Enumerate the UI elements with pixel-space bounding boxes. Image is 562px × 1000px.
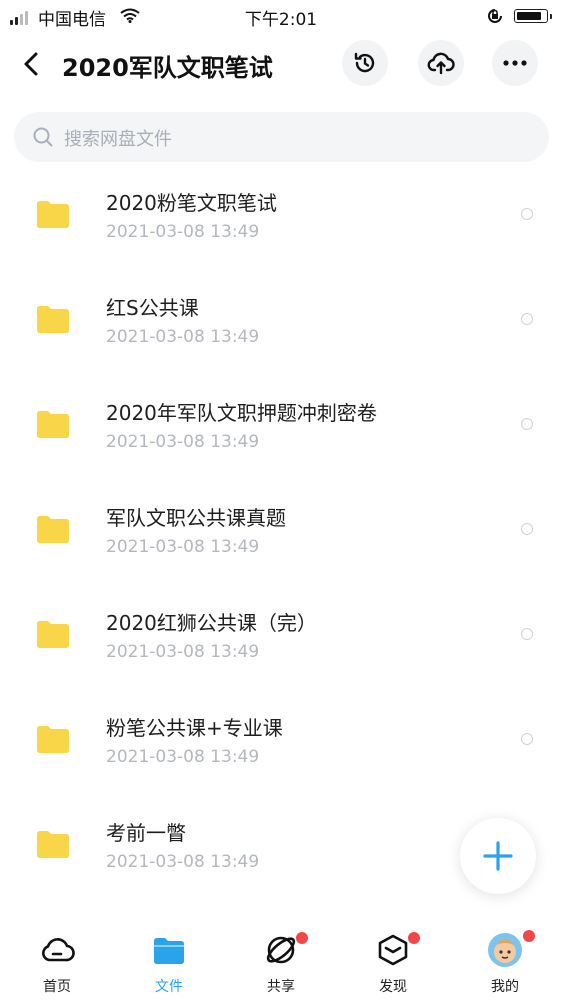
discover-cube-icon	[378, 934, 408, 966]
nav-label: 首页	[43, 979, 71, 995]
file-date: 2021-03-08 13:49	[106, 327, 260, 347]
nav-share[interactable]: 共享	[236, 918, 326, 1000]
bottom-nav: 首页 文件 共享 发现 我的	[0, 918, 562, 1000]
cloud-icon	[42, 938, 75, 962]
select-radio[interactable]	[521, 523, 533, 535]
file-date: 2021-03-08 13:49	[106, 432, 260, 452]
file-name: 考前一瞥	[106, 821, 186, 845]
chevron-left-icon	[24, 52, 38, 76]
select-radio[interactable]	[521, 208, 533, 220]
plus-icon	[483, 841, 513, 871]
folder-icon	[37, 411, 69, 438]
back-button[interactable]	[16, 48, 48, 80]
nav-label: 我的	[491, 979, 519, 995]
nav-files[interactable]: 文件	[124, 918, 214, 1000]
history-icon	[354, 52, 375, 73]
file-row[interactable]: 军队文职公共课真题 2021-03-08 13:49	[0, 480, 562, 585]
file-name: 粉笔公共课+专业课	[106, 716, 283, 740]
folder-icon	[37, 621, 69, 648]
select-radio[interactable]	[521, 733, 533, 745]
nav-label: 共享	[267, 979, 295, 995]
select-radio[interactable]	[521, 628, 533, 640]
folder-icon	[37, 201, 69, 228]
select-radio[interactable]	[521, 313, 533, 325]
status-time: 下午2:01	[244, 10, 318, 30]
search-placeholder: 搜索网盘文件	[64, 129, 172, 150]
file-name: 2020粉笔文职笔试	[106, 191, 277, 215]
nav-mine[interactable]: 我的	[460, 918, 550, 1000]
file-name: 军队文职公共课真题	[106, 506, 286, 530]
orientation-lock-icon	[486, 8, 504, 29]
file-name: 2020红狮公共课（完）	[106, 611, 317, 635]
cloud-upload-button[interactable]	[418, 40, 464, 86]
status-bar: 中国电信 下午2:01	[0, 0, 562, 32]
file-row[interactable]: 红S公共课 2021-03-08 13:49	[0, 270, 562, 375]
file-date: 2021-03-08 13:49	[106, 747, 260, 767]
nav-discover[interactable]: 发现	[348, 918, 438, 1000]
search-icon	[32, 126, 54, 152]
file-date: 2021-03-08 13:49	[106, 222, 260, 242]
history-button[interactable]	[342, 40, 388, 86]
avatar-icon	[488, 933, 522, 967]
nav-label: 文件	[155, 979, 183, 995]
select-radio[interactable]	[521, 418, 533, 430]
nav-label: 发现	[379, 979, 407, 995]
folder-icon	[154, 938, 184, 964]
search-input[interactable]: 搜索网盘文件	[14, 112, 549, 162]
page-title: 2020军队文职笔试	[62, 54, 273, 82]
folder-icon	[37, 516, 69, 543]
file-date: 2021-03-08 13:49	[106, 537, 260, 557]
header: 2020军队文职笔试	[0, 36, 562, 92]
file-row[interactable]: 2020粉笔文职笔试 2021-03-08 13:49	[0, 165, 562, 270]
notification-badge	[408, 932, 420, 944]
file-row[interactable]: 粉笔公共课+专业课 2021-03-08 13:49	[0, 690, 562, 795]
file-name: 2020年军队文职押题冲刺密卷	[106, 401, 377, 425]
share-orbit-icon	[266, 936, 296, 964]
file-name: 红S公共课	[106, 296, 199, 320]
file-date: 2021-03-08 13:49	[106, 852, 260, 872]
file-row[interactable]: 2020年军队文职押题冲刺密卷 2021-03-08 13:49	[0, 375, 562, 480]
more-dots-icon	[503, 60, 527, 66]
file-date: 2021-03-08 13:49	[106, 642, 260, 662]
nav-home[interactable]: 首页	[12, 918, 102, 1000]
notification-badge	[523, 930, 535, 942]
battery-icon	[514, 9, 552, 23]
folder-icon	[37, 726, 69, 753]
more-button[interactable]	[492, 40, 538, 86]
cloud-upload-icon	[427, 52, 455, 75]
folder-icon	[37, 831, 69, 858]
folder-icon	[37, 306, 69, 333]
file-row[interactable]: 2020红狮公共课（完） 2021-03-08 13:49	[0, 585, 562, 690]
add-button[interactable]	[460, 818, 536, 894]
notification-badge	[296, 932, 308, 944]
